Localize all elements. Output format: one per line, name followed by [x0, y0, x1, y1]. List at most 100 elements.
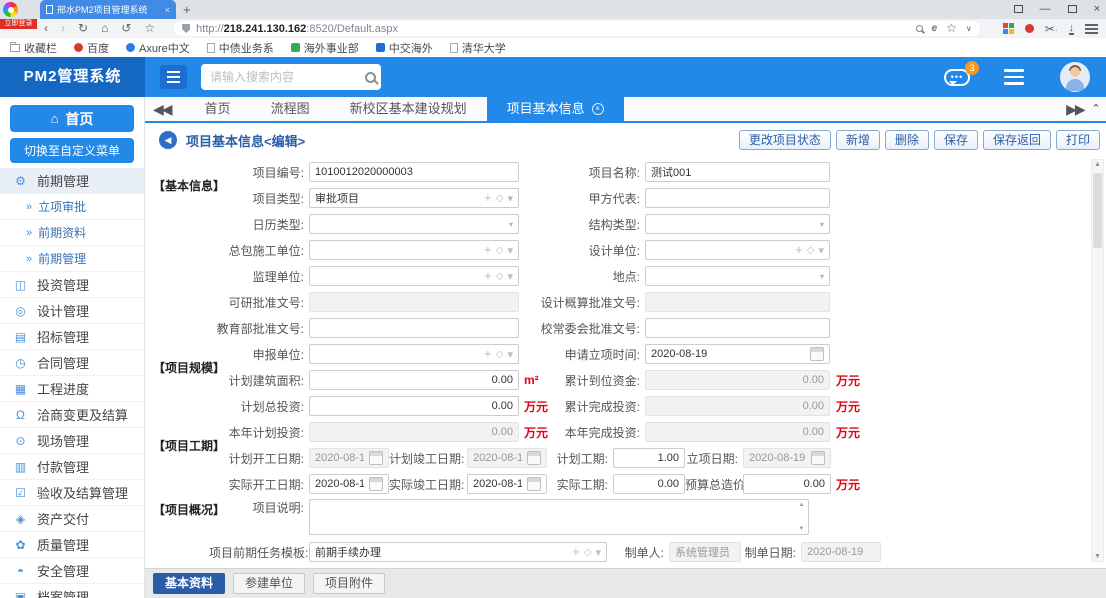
caret-down-icon[interactable]: ▾: [595, 546, 601, 559]
bookmark-item[interactable]: 清华大学: [450, 40, 506, 56]
lookup-input[interactable]: +◇▾: [309, 344, 519, 364]
sidebar-item[interactable]: ▦工程进度: [0, 376, 144, 402]
toolbar-button[interactable]: 新增: [836, 130, 880, 150]
plus-icon[interactable]: +: [572, 546, 580, 558]
bookmark-item[interactable]: Axure中文: [126, 40, 190, 56]
lookup-input[interactable]: +◇▾: [645, 240, 830, 260]
number-input[interactable]: 0.00: [309, 370, 519, 390]
sidebar-item[interactable]: ⚙前期管理: [0, 168, 144, 194]
caret-down-icon[interactable]: ▾: [507, 244, 513, 257]
text-input[interactable]: [645, 318, 830, 338]
lookup-icons[interactable]: +◇▾: [484, 348, 513, 361]
back-icon[interactable]: ‹: [44, 19, 48, 38]
plus-icon[interactable]: +: [484, 270, 492, 282]
workspace-tab[interactable]: 新校区基本建设规划: [330, 96, 487, 122]
number-input[interactable]: 1.00: [613, 448, 685, 468]
text-input[interactable]: 1010012020000003: [309, 162, 519, 182]
date-input[interactable]: 2020-08-19: [309, 474, 389, 494]
messages-button[interactable]: ••• 3: [944, 69, 970, 86]
window-tool-icon[interactable]: [1014, 5, 1023, 13]
sidebar-item[interactable]: ◷合同管理: [0, 350, 144, 376]
sidebar-item[interactable]: ⊙现场管理: [0, 428, 144, 454]
bookmark-item[interactable]: 中交海外: [376, 40, 433, 56]
browser-tab[interactable]: 邢水PM2项目管理系统 ×: [40, 0, 176, 19]
screenshot-scissors-icon[interactable]: ✂·: [1045, 22, 1058, 36]
close-tab-icon[interactable]: ×: [592, 103, 604, 115]
number-input[interactable]: 0.00: [309, 396, 519, 416]
refresh-icon[interactable]: ↻: [78, 19, 88, 38]
workspace-tab[interactable]: 项目基本信息×: [487, 96, 624, 122]
toolbar-button[interactable]: 更改项目状态: [739, 130, 831, 150]
scroll-down-icon[interactable]: ▼: [1092, 553, 1103, 560]
text-input[interactable]: [645, 188, 830, 208]
lookup-input[interactable]: + ◇▾: [309, 266, 519, 286]
date-input[interactable]: 2020-08-19: [467, 474, 547, 494]
caret-down-icon[interactable]: ▾: [818, 244, 824, 257]
calendar-icon[interactable]: [527, 477, 541, 491]
calendar-icon[interactable]: [810, 347, 824, 361]
bookmark-star-icon[interactable]: ☆: [946, 19, 957, 38]
login-badge[interactable]: 立即登录: [0, 19, 37, 29]
avatar[interactable]: [1060, 62, 1090, 92]
bookmark-item[interactable]: 收藏栏: [10, 40, 57, 56]
sidebar-toggle-button[interactable]: [160, 65, 187, 89]
toolbar-button[interactable]: 保存: [934, 130, 978, 150]
tag-icon[interactable]: ◇: [496, 245, 504, 256]
tag-icon[interactable]: ◇: [496, 271, 504, 282]
sidebar-item[interactable]: ▤招标管理: [0, 324, 144, 350]
caret-down-icon[interactable]: ▾: [509, 220, 513, 229]
footer-tab[interactable]: 基本资料: [153, 573, 225, 594]
download-icon[interactable]: ↓: [1069, 23, 1075, 35]
calendar-icon[interactable]: [369, 477, 383, 491]
sidebar-subitem[interactable]: »前期资料: [0, 220, 144, 246]
global-search[interactable]: [201, 64, 381, 90]
address-bar[interactable]: http://218.241.130.162:8520/Default.aspx…: [174, 21, 980, 36]
caret-down-icon[interactable]: ▾: [507, 192, 513, 205]
switch-menu-button[interactable]: 切换至自定义菜单: [10, 138, 134, 163]
sidebar-item[interactable]: ◓安全管理: [0, 558, 144, 584]
sidebar-item[interactable]: ◫投资管理: [0, 272, 144, 298]
home-icon[interactable]: ⌂: [101, 19, 108, 38]
text-input[interactable]: [309, 318, 519, 338]
bookmark-item[interactable]: 海外事业部: [291, 40, 359, 56]
ie-mode-icon[interactable]: e: [932, 23, 938, 34]
sidebar-item[interactable]: ▥付款管理: [0, 454, 144, 480]
browser-menu-icon[interactable]: [1085, 28, 1098, 30]
favorite-icon[interactable]: ☆: [144, 19, 155, 38]
date-input[interactable]: 2020-08-19: [645, 344, 830, 364]
footer-tab[interactable]: 项目附件: [313, 573, 385, 594]
sidebar-item[interactable]: ▣档案管理: [0, 584, 144, 598]
forward-icon[interactable]: ›: [61, 19, 65, 38]
textarea-scrollbar[interactable]: ▲▼: [796, 501, 807, 533]
toolbar-button[interactable]: 保存返回: [983, 130, 1051, 150]
collapse-tabs-icon[interactable]: ˆ: [1094, 102, 1098, 117]
text-input[interactable]: 测试001: [645, 162, 830, 182]
history-icon[interactable]: ↺: [121, 19, 131, 38]
select-input[interactable]: ▾: [309, 214, 519, 234]
calendar-icon[interactable]: [527, 451, 541, 465]
browser-logo-icon[interactable]: [3, 2, 18, 17]
caret-down-icon[interactable]: ▾: [507, 270, 513, 283]
caret-down-icon[interactable]: ▾: [507, 348, 513, 361]
lookup-icons[interactable]: + ◇▾: [484, 270, 513, 283]
tab-close-icon[interactable]: ×: [165, 5, 170, 15]
plus-icon[interactable]: +: [484, 348, 492, 360]
chevron-down-icon[interactable]: ∨: [966, 24, 972, 33]
search-in-page-icon[interactable]: [916, 25, 923, 32]
plus-icon[interactable]: +: [484, 192, 492, 204]
sidebar-item[interactable]: ✿质量管理: [0, 532, 144, 558]
sidebar-item[interactable]: Ω洽商变更及结算: [0, 402, 144, 428]
select-input[interactable]: ▾: [645, 214, 830, 234]
window-restore-button[interactable]: [1068, 5, 1077, 13]
search-input[interactable]: [210, 70, 365, 84]
new-tab-button[interactable]: +: [183, 2, 191, 17]
bookmark-item[interactable]: 百度: [74, 40, 109, 56]
sidebar-home-button[interactable]: ⌂ 首页: [10, 105, 134, 132]
extension-icon[interactable]: [1025, 24, 1034, 33]
plus-icon[interactable]: +: [484, 244, 492, 256]
toolbar-button[interactable]: 删除: [885, 130, 929, 150]
lookup-icons[interactable]: +◇▾: [572, 546, 601, 559]
lookup-icons[interactable]: +◇▾: [795, 244, 824, 257]
workspace-tab[interactable]: 流程图: [251, 96, 330, 122]
site-safety-icon[interactable]: [182, 24, 190, 33]
